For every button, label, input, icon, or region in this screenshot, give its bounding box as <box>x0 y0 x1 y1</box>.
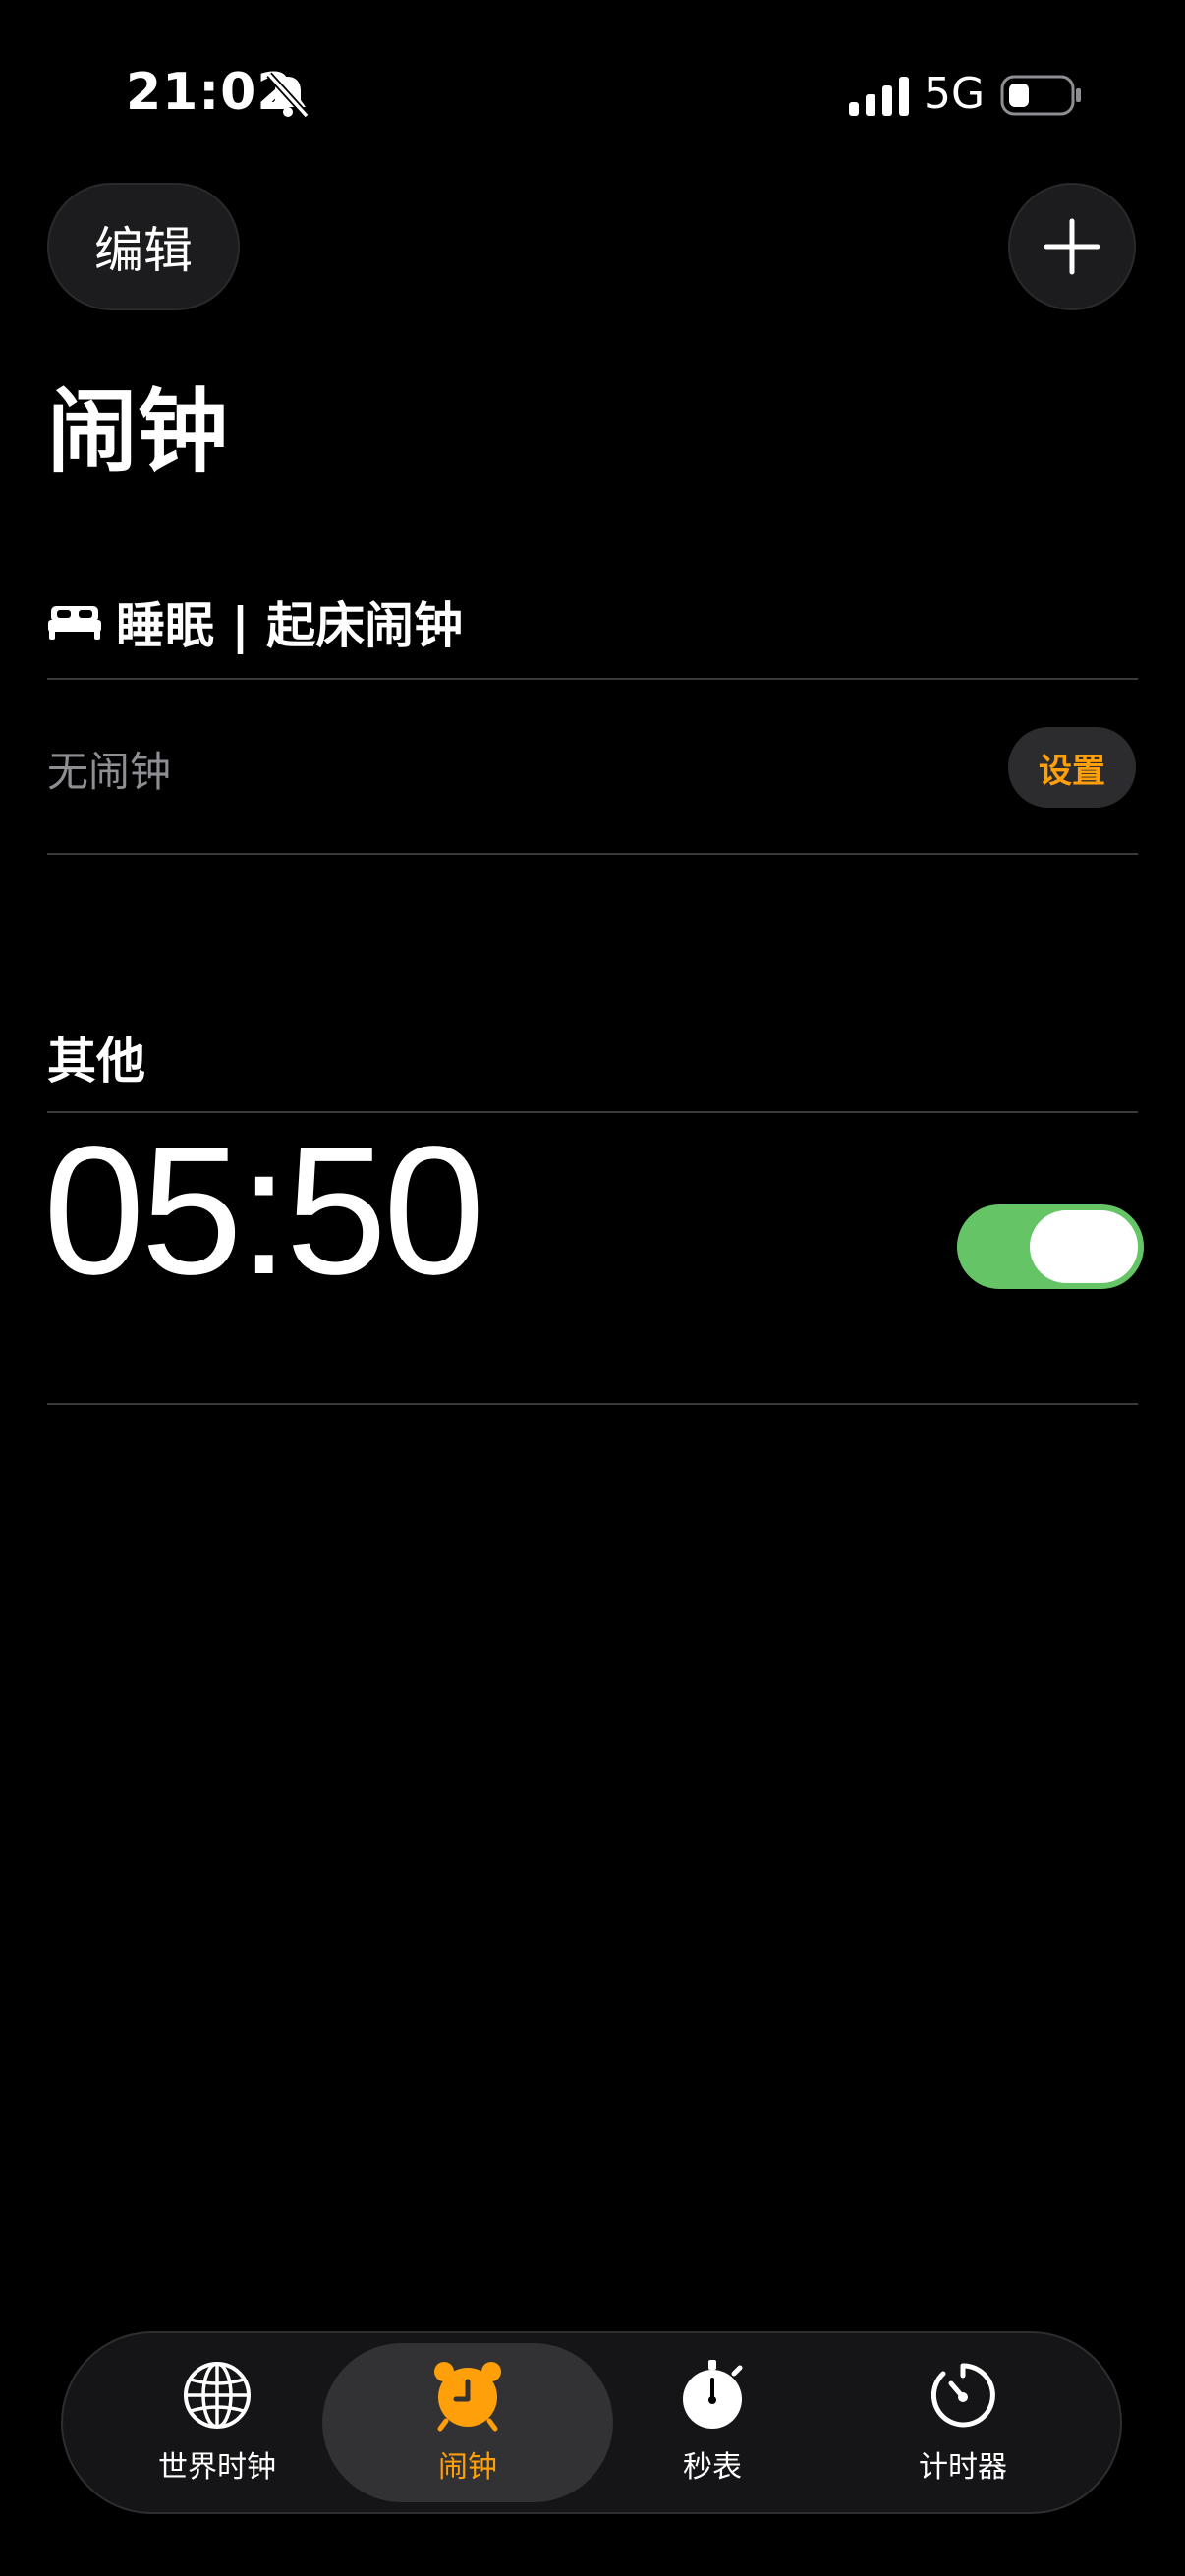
divider <box>47 853 1138 855</box>
globe-icon <box>184 2362 251 2429</box>
tab-label: 世界时钟 <box>158 2450 276 2485</box>
page-title: 闹钟 <box>47 379 229 484</box>
tab-label: 计时器 <box>919 2450 1007 2485</box>
setup-sleep-button[interactable]: 设置 <box>1008 727 1136 808</box>
timer-icon <box>931 2363 995 2428</box>
battery-icon <box>1000 75 1081 116</box>
tab-alarm[interactable]: 闹钟 <box>345 2358 591 2486</box>
bed-icon <box>48 606 101 640</box>
other-section-title: 其他 <box>47 1033 145 1090</box>
tab-world-clock[interactable]: 世界时钟 <box>94 2358 340 2486</box>
sleep-section-title: 睡眠 | 起床闹钟 <box>116 597 464 654</box>
tab-timer[interactable]: 计时器 <box>840 2358 1086 2486</box>
tab-stopwatch[interactable]: 秒表 <box>590 2358 835 2486</box>
edit-button[interactable]: 编辑 <box>47 183 240 310</box>
bell-slash-icon <box>266 72 310 119</box>
divider <box>47 1403 1138 1405</box>
alarm-toggle[interactable] <box>957 1204 1144 1289</box>
no-alarm-label: 无闹钟 <box>47 748 172 796</box>
toggle-knob <box>1030 1210 1138 1283</box>
tab-label: 秒表 <box>683 2450 742 2485</box>
add-alarm-button[interactable] <box>1008 183 1136 310</box>
tab-label: 闹钟 <box>438 2450 497 2485</box>
divider <box>47 678 1138 680</box>
cellular-signal-icon <box>849 77 909 116</box>
alarm-time[interactable]: 05:50 <box>43 1120 484 1303</box>
stopwatch-icon <box>683 2360 743 2429</box>
sleep-section-header: 睡眠 | 起床闹钟 <box>47 588 463 656</box>
network-type: 5G <box>924 69 986 119</box>
plus-icon <box>1044 218 1100 275</box>
alarm-clock-icon <box>434 2362 501 2432</box>
